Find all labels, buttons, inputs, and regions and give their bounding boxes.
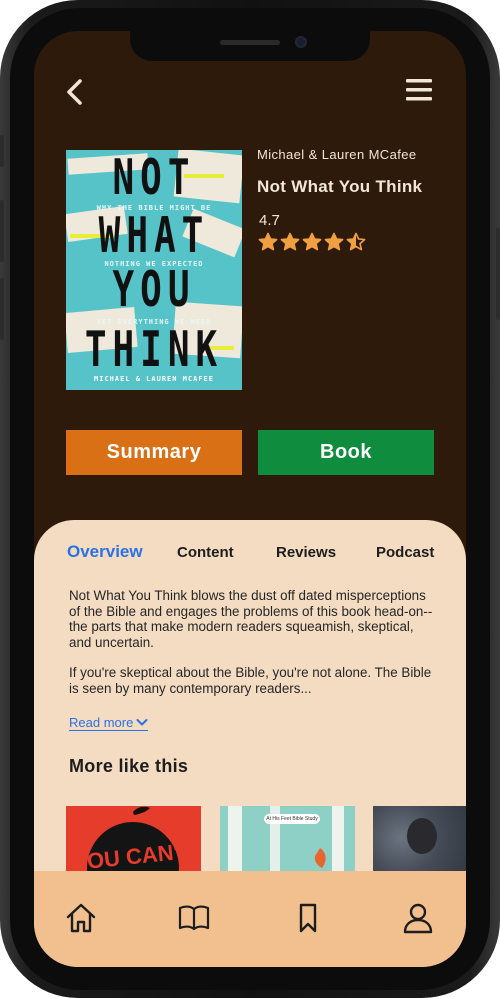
notch (130, 31, 370, 61)
star-rating (258, 232, 366, 254)
overview-paragraph: If you're skeptical about the Bible, you… (69, 665, 432, 696)
app-screen: NOT WHY THE BIBLE MIGHT BE WHAT NOTHING … (34, 31, 466, 967)
cover-title-word: NOT (112, 150, 196, 207)
book-cover[interactable]: NOT WHY THE BIBLE MIGHT BE WHAT NOTHING … (66, 150, 242, 390)
star-half-icon (346, 232, 366, 251)
star-full-icon (258, 232, 278, 251)
home-icon (66, 903, 96, 933)
figure-silhouette (407, 818, 437, 854)
nav-library[interactable] (177, 901, 211, 935)
phone-frame: NOT WHY THE BIBLE MIGHT BE WHAT NOTHING … (0, 0, 500, 998)
overview-paragraph: Not What You Think blows the dust off da… (69, 588, 433, 650)
open-book-icon (178, 905, 210, 931)
read-more-link[interactable]: Read more (69, 715, 149, 731)
chevron-down-icon (136, 719, 148, 726)
tab-reviews[interactable]: Reviews (276, 544, 336, 561)
power-button (496, 228, 500, 320)
bird-icon (314, 848, 326, 868)
cover-text: At His Feet Bible Study (264, 814, 320, 824)
overview-description: Not What You Think blows the dust off da… (69, 588, 434, 696)
read-more-label: Read more (69, 715, 134, 730)
nav-home[interactable] (64, 901, 98, 935)
nav-profile[interactable] (401, 901, 435, 935)
tab-overview[interactable]: Overview (67, 542, 143, 562)
cover-title-word: YOU (112, 262, 196, 319)
cover-title-word: THINK (84, 322, 224, 379)
chevron-left-icon (67, 79, 82, 105)
tab-content[interactable]: Content (177, 544, 234, 561)
nav-bookmarks[interactable] (291, 901, 325, 935)
front-camera (295, 36, 307, 48)
star-full-icon (280, 232, 300, 251)
summary-button[interactable]: Summary (66, 430, 242, 475)
cover-title-word: WHAT (98, 208, 210, 265)
book-author[interactable]: Michael & Lauren MCafee (257, 147, 417, 162)
bottom-navigation (34, 871, 466, 967)
hamburger-menu-icon (406, 79, 432, 101)
volume-down-button (0, 278, 4, 340)
speaker-grille (220, 40, 280, 45)
profile-icon (403, 903, 433, 934)
back-button[interactable] (62, 75, 88, 109)
mute-switch (0, 135, 4, 167)
cover-author: MICHAEL & LAUREN MCAFEE (94, 375, 214, 383)
book-button[interactable]: Book (258, 430, 434, 475)
volume-up-button (0, 200, 4, 262)
star-full-icon (324, 232, 344, 251)
rating-value: 4.7 (259, 212, 280, 229)
more-like-this-heading: More like this (69, 756, 189, 776)
book-title: Not What You Think (257, 177, 423, 196)
tab-podcast[interactable]: Podcast (376, 544, 434, 561)
star-full-icon (302, 232, 322, 251)
bookmark-icon (299, 903, 317, 933)
menu-button[interactable] (404, 76, 434, 104)
